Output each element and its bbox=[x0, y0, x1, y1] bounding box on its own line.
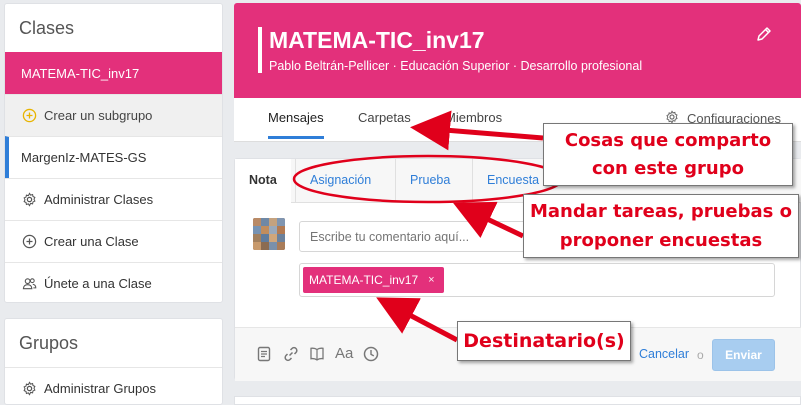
groups-heading: Grupos bbox=[19, 333, 79, 353]
file-icon[interactable] bbox=[255, 345, 273, 363]
header-accent-bar bbox=[258, 27, 262, 73]
manage-classes-link[interactable]: Administrar Clases bbox=[5, 178, 222, 220]
or-label: o bbox=[697, 348, 704, 362]
avatar bbox=[253, 218, 285, 250]
groups-panel: Grupos Administrar Grupos bbox=[4, 318, 223, 405]
annotation-line: Mandar tareas, pruebas o bbox=[529, 201, 792, 222]
recipient-chip: MATEMA-TIC_inv17 × bbox=[303, 267, 444, 293]
annotation-assign: Mandar tareas, pruebas o proponer encues… bbox=[523, 194, 799, 258]
sidebar-item-label: MATEMA-TIC_inv17 bbox=[21, 65, 140, 81]
sidebar-item-current-class[interactable]: MATEMA-TIC_inv17 bbox=[5, 52, 222, 94]
tab-note[interactable]: Nota bbox=[235, 159, 291, 203]
sidebar-item-label: Crear una Clase bbox=[44, 234, 139, 249]
sidebar-item-label: MargenIz-MATES-GS bbox=[21, 150, 147, 165]
gear-icon bbox=[21, 192, 37, 208]
annotation-line: proponer encuestas bbox=[559, 230, 763, 251]
page-title: MATEMA-TIC_inv17 bbox=[269, 27, 485, 53]
tab-members[interactable]: Miembros bbox=[445, 110, 502, 125]
feed-panel-edge bbox=[234, 396, 801, 405]
create-class-link[interactable]: Crear una Clase bbox=[5, 220, 222, 262]
tab-messages[interactable]: Mensajes bbox=[268, 110, 324, 139]
clock-icon[interactable] bbox=[362, 345, 380, 363]
plus-circle-icon bbox=[21, 108, 37, 124]
join-class-link[interactable]: Únete a una Clase bbox=[5, 262, 222, 304]
link-icon[interactable] bbox=[282, 345, 300, 363]
tab-folders[interactable]: Carpetas bbox=[358, 110, 411, 125]
tab-quiz[interactable]: Prueba bbox=[395, 159, 464, 202]
sidebar-item-label: Crear un subgrupo bbox=[44, 108, 153, 123]
sidebar-item-subgroup[interactable]: MargenIz-MATES-GS bbox=[5, 136, 222, 178]
text-format-icon[interactable]: Aa bbox=[335, 345, 353, 363]
sidebar-item-label: Administrar Grupos bbox=[44, 381, 156, 396]
classes-heading: Clases bbox=[19, 18, 75, 38]
manage-groups-link[interactable]: Administrar Grupos bbox=[5, 367, 222, 405]
recipient-field[interactable]: MATEMA-TIC_inv17 × bbox=[299, 263, 775, 297]
annotation-share: Cosas que comparto con este grupo bbox=[543, 123, 793, 186]
page-subtitle: Pablo Beltrán-Pellicer · Educación Super… bbox=[269, 59, 643, 73]
library-icon[interactable] bbox=[308, 345, 326, 363]
classes-panel: Clases MATEMA-TIC_inv17 Crear un subgrup… bbox=[4, 3, 223, 303]
send-button[interactable]: Enviar bbox=[712, 339, 775, 371]
users-icon bbox=[21, 276, 37, 292]
cancel-button[interactable]: Cancelar bbox=[639, 347, 689, 361]
create-subgroup-button[interactable]: Crear un subgrupo bbox=[5, 94, 222, 136]
pencil-icon[interactable] bbox=[755, 25, 773, 43]
class-header: MATEMA-TIC_inv17 Pablo Beltrán-Pellicer … bbox=[234, 3, 801, 98]
recipient-chip-label: MATEMA-TIC_inv17 bbox=[309, 273, 419, 287]
annotation-line: Cosas que comparto bbox=[564, 130, 772, 151]
annotation-line: con este grupo bbox=[592, 158, 744, 179]
tab-assignment[interactable]: Asignación bbox=[295, 159, 385, 202]
sidebar-item-label: Administrar Clases bbox=[44, 192, 154, 207]
close-icon[interactable]: × bbox=[428, 274, 434, 286]
gear-icon bbox=[21, 381, 37, 397]
plus-circle-icon bbox=[21, 234, 37, 250]
annotation-recipients: Destinatario(s) bbox=[457, 321, 631, 361]
sidebar-item-label: Únete a una Clase bbox=[44, 276, 152, 291]
